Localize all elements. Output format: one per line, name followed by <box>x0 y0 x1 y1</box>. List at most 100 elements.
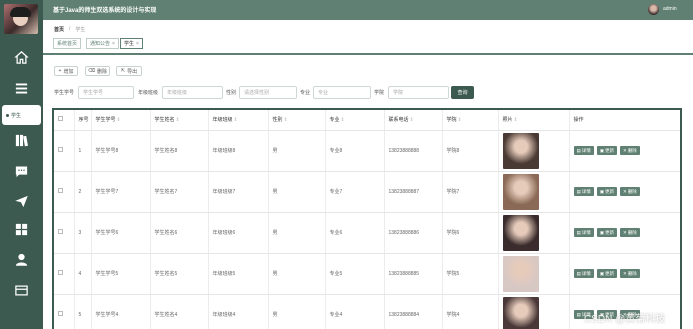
sort-icon[interactable]: ⇕ <box>514 117 518 123</box>
book-icon[interactable] <box>12 131 30 149</box>
student-photo[interactable] <box>502 296 539 329</box>
cell-index: 4 <box>74 253 92 295</box>
detail-button[interactable]: ▤ 详情 <box>573 187 594 196</box>
edit-button[interactable]: ▣ 更新 <box>596 228 618 237</box>
student-photo[interactable] <box>502 132 539 169</box>
close-icon: ✕ <box>623 188 627 194</box>
cell-grade-class: 年级班级7 <box>208 171 269 213</box>
sort-icon[interactable]: ⇕ <box>410 117 414 123</box>
grid-icon[interactable] <box>12 220 30 238</box>
cell-index: 5 <box>74 294 92 329</box>
cell-name: 学生姓名7 <box>150 171 209 213</box>
row-select-cell[interactable] <box>54 294 75 329</box>
row-select-cell[interactable] <box>54 212 75 254</box>
table-row[interactable]: 2 学生学号7 学生姓名7 年级班级7 男专业7 13823888887 学院7 ▤ 详情 ▣ 更新… <box>54 171 680 213</box>
column-header: 操作 <box>569 110 680 131</box>
grade-class-input[interactable]: 年级班级 <box>162 86 223 99</box>
edit-button[interactable]: ▣ 更新 <box>596 269 618 278</box>
edit-button[interactable]: ▣ 更新 <box>596 146 618 155</box>
delete-row-button[interactable]: ✕ 删除 <box>620 228 640 237</box>
delete-row-button[interactable]: ✕ 删除 <box>620 187 640 196</box>
student-photo[interactable] <box>502 214 539 251</box>
delete-row-button[interactable]: ✕ 删除 <box>620 146 640 155</box>
add-button[interactable]: + 增加 <box>54 66 78 76</box>
detail-button[interactable]: ▤ 详情 <box>573 269 594 278</box>
row-select-cell[interactable] <box>54 171 75 213</box>
detail-button[interactable]: ▤ 详情 <box>573 146 594 155</box>
breadcrumb-home[interactable]: 首页 <box>54 26 64 33</box>
delete-row-button[interactable]: ✕ 删除 <box>620 269 640 278</box>
detail-button[interactable]: ▤ 详情 <box>573 228 594 237</box>
column-header[interactable]: 专业⇕ <box>325 110 385 131</box>
cell-index: 2 <box>74 171 92 213</box>
cell-major: 专业4 <box>325 294 385 329</box>
user-avatar[interactable] <box>648 4 659 15</box>
cell-college: 学院7 <box>442 171 499 213</box>
gender-select[interactable]: 请选择性别 <box>239 86 297 99</box>
detail-icon: ▤ <box>576 188 581 194</box>
column-header[interactable]: 学院⇕ <box>442 110 499 131</box>
list-icon[interactable] <box>12 79 30 97</box>
cell-phone: 13823888887 <box>384 171 443 213</box>
row-select-cell[interactable] <box>54 253 75 295</box>
table-row[interactable]: 1 学生学号8 学生姓名8 年级班级8 男专业8 13823888888 学院8 ▤ 详情 ▣ 更新… <box>54 130 680 172</box>
tab-student[interactable]: 学生 × <box>120 38 143 49</box>
cell-college: 学院5 <box>442 253 499 295</box>
major-input[interactable]: 专业 <box>313 86 371 99</box>
sort-icon[interactable]: ⇕ <box>117 117 121 123</box>
sidebar: 学生 <box>0 0 43 329</box>
row-checkbox[interactable] <box>58 229 63 234</box>
column-header[interactable]: 年级班级⇕ <box>208 110 269 131</box>
sort-icon[interactable]: ⇕ <box>284 117 288 123</box>
cell-major: 专业5 <box>325 253 385 295</box>
message-icon[interactable] <box>12 162 30 180</box>
sort-icon[interactable]: ⇕ <box>341 117 345 123</box>
student-photo[interactable] <box>502 173 539 210</box>
column-header[interactable]: 性别⇕ <box>268 110 326 131</box>
sort-icon[interactable]: ⇕ <box>458 117 462 123</box>
row-checkbox[interactable] <box>58 311 63 316</box>
student-no-input[interactable]: 学生学号 <box>78 86 134 99</box>
delete-button[interactable]: ⌫ 删除 <box>85 66 110 76</box>
cell-student-no: 学生学号7 <box>91 171 151 213</box>
sidebar-item-student[interactable]: 学生 <box>2 105 41 125</box>
sort-icon[interactable]: ⇕ <box>176 117 180 123</box>
search-button[interactable]: 查询 <box>451 86 474 99</box>
close-icon[interactable]: × <box>136 41 139 47</box>
card-icon[interactable] <box>12 281 30 299</box>
export-button[interactable]: ⇱ 导出 <box>116 66 142 76</box>
student-photo[interactable] <box>502 255 539 292</box>
select-all-checkbox[interactable] <box>58 116 63 122</box>
user-name[interactable]: admin <box>663 6 677 12</box>
cell-major: 专业7 <box>325 171 385 213</box>
table-row[interactable]: 3 学生学号6 学生姓名6 年级班级6 男专业6 13823888886 学院6 ▤ 详情 ▣ 更新… <box>54 212 680 254</box>
column-header[interactable]: 联系电话⇕ <box>384 110 443 131</box>
close-icon[interactable]: × <box>112 41 115 47</box>
row-checkbox[interactable] <box>58 270 63 275</box>
tab-label: 学生 <box>124 41 135 47</box>
cell-actions: ▤ 详情 ▣ 更新 ✕ 删除 <box>569 130 680 172</box>
tab-home[interactable]: 系统首页 <box>53 38 82 49</box>
user-icon <box>6 113 9 117</box>
tab-label: 通知公告 <box>90 41 111 47</box>
select-all-cell[interactable] <box>54 110 75 131</box>
edit-button[interactable]: ▣ 更新 <box>596 187 618 196</box>
row-checkbox[interactable] <box>58 188 63 193</box>
column-header[interactable]: 照片⇕ <box>498 110 570 131</box>
search-label-major: 专业 <box>300 90 311 96</box>
send-icon[interactable] <box>12 192 30 210</box>
column-header[interactable]: 学生姓名⇕ <box>150 110 209 131</box>
tab-notice[interactable]: 通知公告 × <box>86 38 119 49</box>
column-header[interactable]: 学生学号⇕ <box>91 110 151 131</box>
sidebar-avatar[interactable] <box>4 4 38 34</box>
cell-college: 学院4 <box>442 294 499 329</box>
table-row[interactable]: 4 学生学号5 学生姓名5 年级班级5 男专业5 13823888885 学院5 ▤ 详情 ▣ 更新… <box>54 253 680 295</box>
sort-icon[interactable]: ⇕ <box>234 117 238 123</box>
profile-icon[interactable] <box>12 250 30 268</box>
home-icon[interactable] <box>12 48 30 66</box>
row-checkbox[interactable] <box>58 147 63 152</box>
search-label-grade-class: 年级班级 <box>138 90 159 96</box>
cell-index: 3 <box>74 212 92 254</box>
college-input[interactable]: 学院 <box>388 86 449 99</box>
row-select-cell[interactable] <box>54 130 75 172</box>
